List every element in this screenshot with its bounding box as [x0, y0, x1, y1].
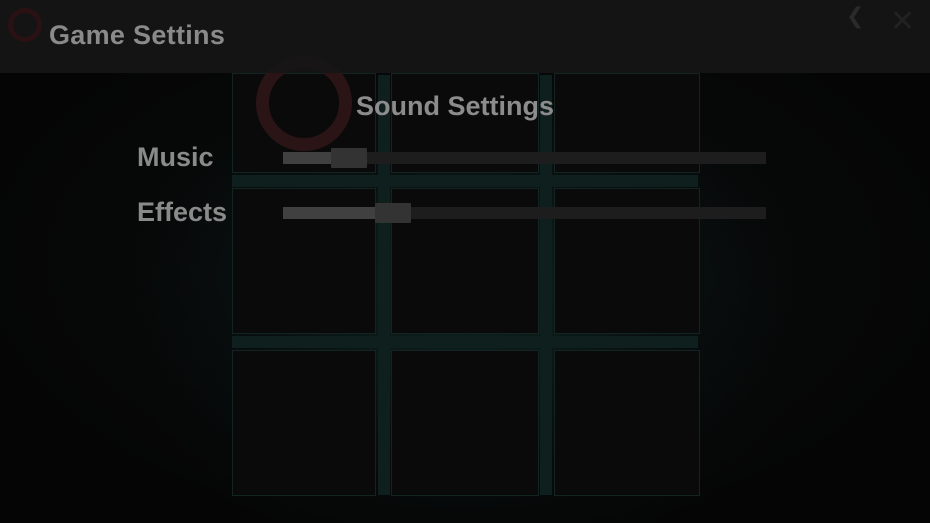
board-cell: [554, 350, 700, 496]
music-label: Music: [137, 142, 214, 172]
music-slider-handle[interactable]: [331, 148, 368, 168]
board-divider: [378, 75, 390, 495]
board-divider: [540, 75, 552, 495]
music-slider[interactable]: [283, 148, 766, 168]
effects-label: Effects: [137, 197, 228, 227]
effects-slider[interactable]: [283, 203, 766, 223]
board-divider: [232, 336, 698, 348]
board-divider: [232, 175, 698, 187]
board-cell: [391, 350, 539, 496]
chevron-left-icon[interactable]: ❮: [846, 4, 864, 29]
o-logo-icon: [8, 8, 42, 42]
effects-slider-handle[interactable]: [374, 203, 411, 223]
page-title: Game Settins: [49, 20, 226, 50]
top-bar: Game Settins ❮ ✕: [0, 0, 930, 73]
sound-settings-title: Sound Settings: [356, 91, 554, 121]
board-cell: [232, 350, 376, 496]
settings-screen: Game Settins ❮ ✕ Sound Settings Music Ef…: [0, 0, 930, 523]
close-icon[interactable]: ✕: [890, 4, 915, 39]
